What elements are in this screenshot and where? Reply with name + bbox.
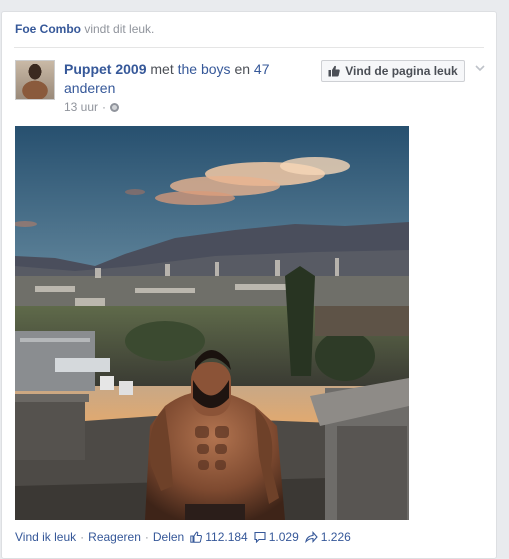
share-icon <box>304 531 318 543</box>
post-title: Puppet 2009 met the boys en 47 anderen <box>64 60 304 98</box>
timestamp-link[interactable]: 13 uur <box>64 100 98 114</box>
with-text: met <box>150 61 174 77</box>
globe-icon[interactable] <box>110 102 120 112</box>
comment-count-value: 1.029 <box>268 530 299 544</box>
tagged-link[interactable]: the boys <box>178 61 231 77</box>
like-page-button[interactable]: Vind de pagina leuk <box>321 60 465 82</box>
and-text: en <box>234 61 251 77</box>
story-action-text: vindt dit leuk. <box>84 22 155 36</box>
header-divider <box>14 47 484 48</box>
author-avatar[interactable] <box>15 60 55 100</box>
thumbs-up-icon <box>328 65 341 77</box>
thumbs-up-icon <box>190 531 203 543</box>
like-count[interactable]: 112.184 <box>190 530 248 544</box>
like-count-value: 112.184 <box>205 530 248 544</box>
share-link[interactable]: Delen <box>153 530 184 544</box>
author-name-link[interactable]: Puppet 2009 <box>64 61 146 77</box>
story-actor-link[interactable]: Foe Combo <box>15 22 81 36</box>
post-photo[interactable] <box>15 126 409 520</box>
like-page-label: Vind de pagina leuk <box>345 64 458 78</box>
comment-link[interactable]: Reageren <box>88 530 141 544</box>
action-dot-1: · <box>80 530 85 544</box>
share-count[interactable]: 1.226 <box>304 530 351 544</box>
photo-scene <box>15 126 409 520</box>
meta-separator: · <box>102 100 107 114</box>
chevron-down-icon[interactable] <box>475 63 485 73</box>
action-dot-2: · <box>144 530 149 544</box>
share-count-value: 1.226 <box>320 530 351 544</box>
story-header: Foe Combo vindt dit leuk. <box>15 22 154 36</box>
comment-count[interactable]: 1.029 <box>254 530 299 544</box>
post-card: Foe Combo vindt dit leuk. Puppet 2009 me… <box>1 11 497 559</box>
action-bar: Vind ik leuk · Reageren · Delen 112.184 … <box>15 530 351 544</box>
like-link[interactable]: Vind ik leuk <box>15 530 76 544</box>
post-meta: 13 uur · <box>64 100 120 114</box>
comment-icon <box>254 531 266 543</box>
